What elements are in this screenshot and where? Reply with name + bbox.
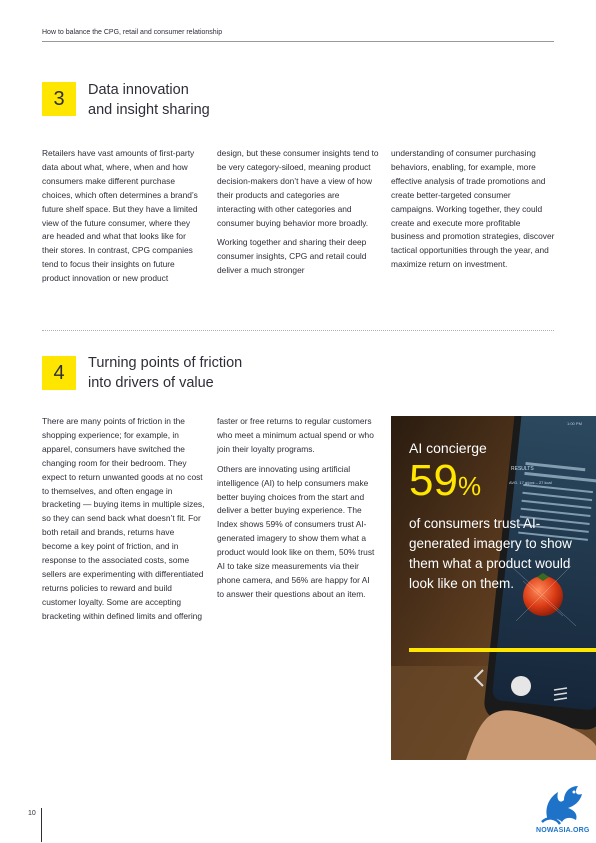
section-4-column-1: There are many points of friction in the… [42,415,206,630]
ai-concierge-panel: 1:00 PM RESULTS AVG. 17 g/pcs – 27 kcal … [391,416,596,760]
section-3-column-1-text: Retailers have vast amounts of first-par… [42,148,198,284]
ai-concierge-body: of consumers trust AI-generated imagery … [409,516,572,591]
phone-status-time: 1:00 PM [567,421,582,426]
section-3-column-3-text: understanding of consumer purchasing beh… [391,148,555,270]
section-3-title: Data innovation and insight sharing [88,80,210,120]
section-4-column-1-text: There are many points of friction in the… [42,416,205,621]
watermark-text: NOWASIA.ORG [536,827,590,834]
section-4-number-badge: 4 [42,356,76,390]
section-3-title-line-1: Data innovation [88,82,189,98]
watermark-logo: NOWASIA.ORG [534,780,596,838]
stat-value: 59 [409,456,458,505]
section-3-column-3: understanding of consumer purchasing beh… [391,147,555,278]
section-4-column-2: faster or free returns to regular custom… [217,415,379,608]
section-4-column-2-paragraph-1: faster or free returns to regular custom… [217,416,374,454]
page-number: 10 [28,810,36,817]
footer-divider [41,808,42,842]
section-4-column-2-paragraph-2: Others are innovating using artificial i… [217,463,375,599]
section-4-title-line-2: into drivers of value [88,375,214,391]
phone-results-value: AVG. 17 g/pcs – 27 kcal [509,480,552,485]
header-title: How to balance the CPG, retail and consu… [42,29,223,36]
ai-concierge-label: AI concierge [409,440,487,456]
section-4-title-line-1: Turning points of friction [88,355,243,371]
section-4-title: Turning points of friction into drivers … [88,353,242,393]
section-3-column-2-paragraph-2: Working together and sharing their deep … [217,237,367,276]
ai-concierge-stat: 59% [409,456,481,506]
header-divider [42,41,554,42]
section-3-column-2-paragraph-1: design, but these consumer insights tend… [217,148,379,228]
stat-unit: % [457,471,482,501]
section-3-title-line-2: and insight sharing [88,102,210,118]
phone-results-label: RESULTS [511,466,534,472]
section-divider [42,330,554,331]
accent-bar [409,648,596,652]
section-3-column-2: design, but these consumer insights tend… [217,147,379,284]
section-3-column-1: Retailers have vast amounts of first-par… [42,147,202,292]
section-3-number-badge: 3 [42,82,76,116]
